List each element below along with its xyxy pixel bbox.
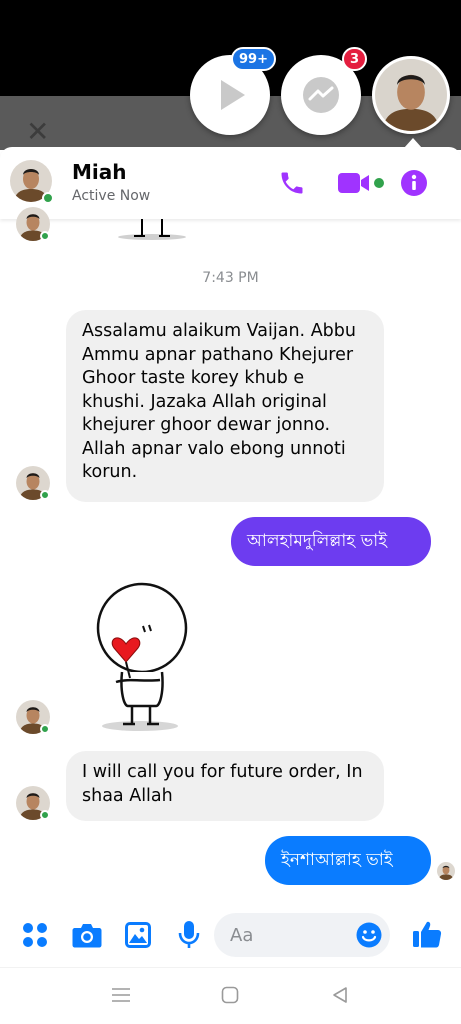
system-nav-bar — [0, 967, 461, 1024]
camera-icon[interactable] — [72, 921, 102, 949]
video-icon[interactable] — [338, 169, 386, 197]
online-indicator — [40, 490, 50, 500]
back-nav-icon[interactable] — [331, 986, 349, 1004]
contact-name[interactable]: Miah — [72, 160, 127, 184]
incoming-message[interactable]: Assalamu alaikum Vaijan. Abbu Ammu apnar… — [66, 310, 384, 502]
messenger-icon — [303, 77, 339, 113]
timestamp: 7:43 PM — [202, 270, 259, 286]
info-icon[interactable] — [400, 169, 428, 197]
message-input-container — [214, 913, 390, 957]
online-indicator — [40, 231, 50, 241]
messenger-badge: 3 — [341, 47, 367, 71]
play-icon — [221, 80, 245, 110]
online-indicator — [40, 724, 50, 734]
outgoing-message[interactable]: আলহামদুলিল্লাহ ভাই — [231, 517, 431, 566]
menu-nav-icon[interactable] — [111, 986, 131, 1004]
message-input[interactable] — [230, 913, 350, 957]
read-receipt-avatar — [437, 862, 455, 880]
thumbs-up-icon[interactable] — [412, 919, 442, 949]
home-nav-icon[interactable] — [221, 986, 239, 1004]
emoji-icon[interactable] — [356, 922, 382, 952]
online-indicator — [40, 810, 50, 820]
apps-icon[interactable] — [22, 922, 48, 948]
previous-sticker — [118, 219, 186, 240]
close-icon[interactable]: ✕ — [26, 118, 49, 146]
incoming-message[interactable]: I will call you for future order, In sha… — [66, 751, 384, 821]
conversation-header: Miah Active Now — [0, 147, 461, 219]
outgoing-message[interactable]: ইনশাআল্লাহ ভাই — [265, 836, 431, 885]
contact-photo — [375, 59, 447, 131]
online-indicator — [42, 192, 54, 204]
active-status: Active Now — [72, 188, 151, 204]
messenger-chathead[interactable]: 3 — [281, 47, 367, 135]
composer-bar — [0, 905, 461, 967]
contact-chathead[interactable] — [372, 56, 450, 134]
video-chathead[interactable]: 99+ — [190, 47, 276, 135]
gallery-icon[interactable] — [124, 921, 152, 949]
phone-icon[interactable] — [278, 169, 306, 197]
microphone-icon[interactable] — [178, 920, 200, 950]
play-badge: 99+ — [231, 47, 276, 71]
heart-sticker[interactable] — [90, 582, 190, 734]
